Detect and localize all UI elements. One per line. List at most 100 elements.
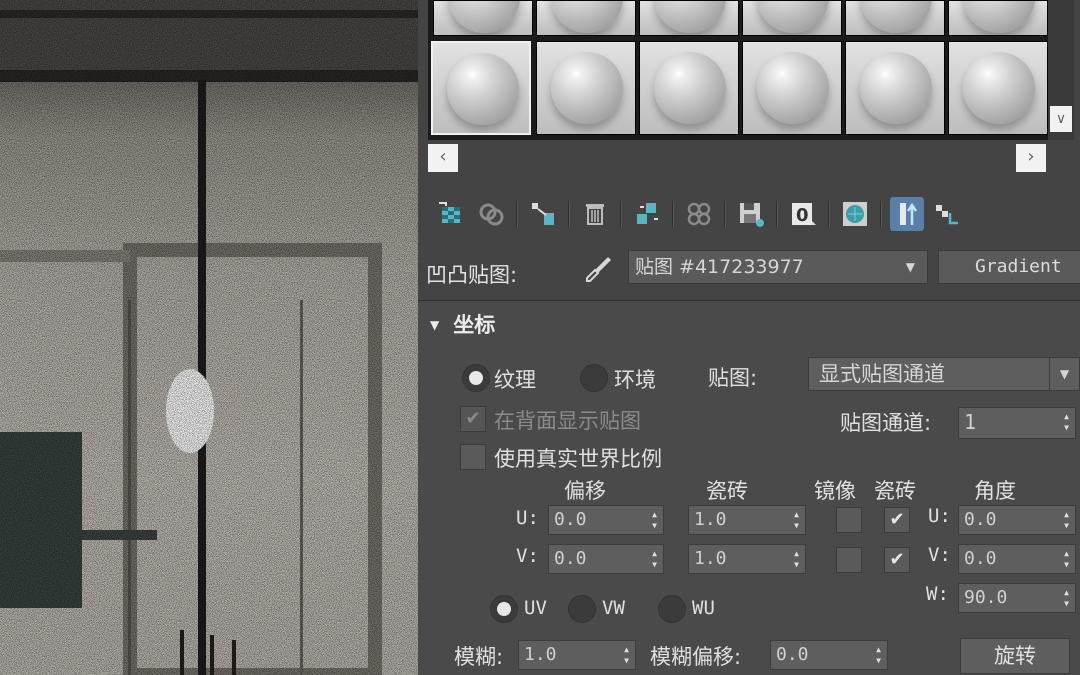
rollout-header[interactable]: ▼ 坐标 (430, 309, 495, 339)
uv-radio[interactable] (490, 595, 518, 623)
trash-icon (586, 204, 604, 225)
v-tile-checkbox[interactable]: ✔ (884, 547, 910, 573)
w-angle-spinner[interactable]: 90.0 ▲ ▼ (958, 583, 1076, 613)
save-to-library-button[interactable] (734, 197, 768, 231)
assign-material-button[interactable] (526, 197, 560, 231)
reset-material-button[interactable] (578, 197, 612, 231)
real-world-scale-label: 使用真实世界比例 (494, 447, 662, 471)
u-offset-spinner[interactable]: 0.0 ▲ ▼ (548, 505, 664, 535)
material-effects-button[interactable] (682, 197, 716, 231)
spinner-arrows-icon: ▲ ▼ (652, 549, 657, 569)
v-tiling-spinner[interactable]: 1.0 ▲ ▼ (688, 544, 806, 574)
slots-horizontal-scrollbar[interactable]: ‹ › (428, 142, 1048, 172)
u-tiling-value: 1.0 (694, 509, 727, 530)
spinner-arrows-icon: ▲ ▼ (1064, 510, 1069, 530)
material-slot[interactable] (845, 41, 945, 135)
svg-text:0: 0 (796, 205, 809, 226)
scroll-right-button[interactable]: › (1016, 144, 1046, 172)
coordinates-rollout: ▼ 坐标 纹理 环境 贴图: 显式贴图通道 ▼ ✔ 在背面显示贴图 贴图通道: 1… (418, 300, 1080, 675)
material-slot-active[interactable] (431, 41, 531, 135)
spinner-arrows-icon: ▲ ▼ (794, 549, 799, 569)
v-offset-spinner[interactable]: 0.0 ▲ ▼ (548, 544, 664, 574)
put-to-scene-button[interactable] (474, 197, 508, 231)
material-id-button[interactable]: 0 (786, 197, 820, 231)
blur-value: 1.0 (524, 644, 557, 665)
show-on-back-checkbox[interactable]: ✔ (460, 406, 486, 432)
sample-sphere (860, 52, 932, 124)
mapping-label: 贴图: (708, 366, 758, 390)
map-name-field[interactable]: 贴图 #417233977 ▼ (628, 250, 928, 284)
blur-offset-spinner[interactable]: 0.0 ▲ ▼ (770, 640, 888, 670)
chevron-left-icon: ‹ (439, 146, 447, 167)
vw-radio[interactable] (568, 595, 596, 623)
real-world-scale-checkbox[interactable] (460, 444, 486, 470)
environment-radio[interactable] (580, 364, 608, 392)
material-slot[interactable] (845, 0, 945, 36)
scroll-left-button[interactable]: ‹ (428, 144, 458, 172)
material-slot[interactable] (948, 0, 1048, 36)
mirror-header: 镜像 (814, 479, 856, 503)
v-angle-spinner[interactable]: 0.0 ▲ ▼ (958, 544, 1076, 574)
uv-label: UV (524, 597, 547, 619)
show-on-back-label: 在背面显示贴图 (494, 409, 641, 433)
material-slot[interactable] (536, 0, 636, 36)
material-slot[interactable] (433, 0, 533, 36)
go-to-parent-icon (936, 205, 958, 225)
u-mirror-checkbox[interactable] (836, 507, 862, 533)
sample-sphere (654, 52, 726, 124)
w-angle-label: W: (926, 583, 949, 605)
save-icon (740, 203, 764, 227)
toolbar-separator (672, 201, 674, 227)
rotate-button[interactable]: 旋转 (960, 638, 1070, 674)
sample-sphere (551, 1, 623, 33)
effects-channel-icon (687, 202, 711, 226)
sample-sphere (447, 53, 519, 125)
show-map-in-viewport-button[interactable] (838, 197, 872, 231)
put-to-scene-icon (479, 203, 504, 226)
material-slot[interactable] (742, 41, 842, 135)
pick-material-button[interactable] (584, 254, 614, 284)
blur-label: 模糊: (454, 645, 504, 669)
wu-label: WU (692, 597, 715, 619)
material-slot[interactable] (742, 0, 842, 36)
v-mirror-checkbox[interactable] (836, 547, 862, 573)
blur-offset-value: 0.0 (776, 644, 809, 665)
spinner-arrows-icon: ▲ ▼ (1064, 588, 1069, 608)
material-id-icon: 0 (792, 203, 816, 226)
material-slot[interactable] (948, 41, 1048, 135)
u-tile-checkbox[interactable]: ✔ (884, 507, 910, 533)
render-viewport[interactable] (0, 0, 418, 675)
make-unique-button[interactable] (630, 197, 664, 231)
texture-radio[interactable] (462, 364, 490, 392)
collapse-triangle-icon: ▼ (430, 318, 440, 332)
show-end-result-button[interactable] (890, 197, 924, 231)
scroll-down-button[interactable]: ∨ (1050, 106, 1072, 132)
chevron-down-icon: ▼ (905, 260, 915, 274)
material-slot[interactable] (639, 41, 739, 135)
u-tiling-spinner[interactable]: 1.0 ▲ ▼ (688, 505, 806, 535)
map-type-button[interactable]: Gradient (938, 250, 1080, 284)
wu-radio[interactable] (658, 595, 686, 623)
slots-vertical-scrollbar[interactable]: ∨ (1048, 0, 1074, 140)
spinner-arrows-icon: ▲ ▼ (1064, 412, 1069, 432)
spinner-arrows-icon: ▲ ▼ (652, 510, 657, 530)
toolbar-separator (776, 201, 778, 227)
sample-sphere (757, 52, 829, 124)
eyedropper-icon (586, 257, 611, 282)
angle-header: 角度 (974, 479, 1016, 503)
map-channel-spinner[interactable]: 1 ▲ ▼ (958, 407, 1076, 439)
blur-spinner[interactable]: 1.0 ▲ ▼ (518, 640, 636, 670)
material-editor-panel: ∨ ‹ › 0 凹凸贴图: 贴图 #417233977 ▼ Gradient ▼… (418, 0, 1080, 675)
go-to-parent-button[interactable] (928, 197, 962, 231)
u-angle-spinner[interactable]: 0.0 ▲ ▼ (958, 505, 1076, 535)
show-map-icon (843, 202, 867, 226)
material-slot[interactable] (639, 0, 739, 36)
material-slot[interactable] (536, 41, 636, 135)
get-material-button[interactable] (434, 197, 468, 231)
mapping-dropdown[interactable]: 显式贴图通道 ▼ (808, 357, 1080, 391)
toolbar-separator (828, 201, 830, 227)
u-offset-value: 0.0 (554, 509, 587, 530)
toolbar-separator (516, 201, 518, 227)
scene-render (0, 0, 418, 675)
assign-material-icon (532, 203, 554, 225)
